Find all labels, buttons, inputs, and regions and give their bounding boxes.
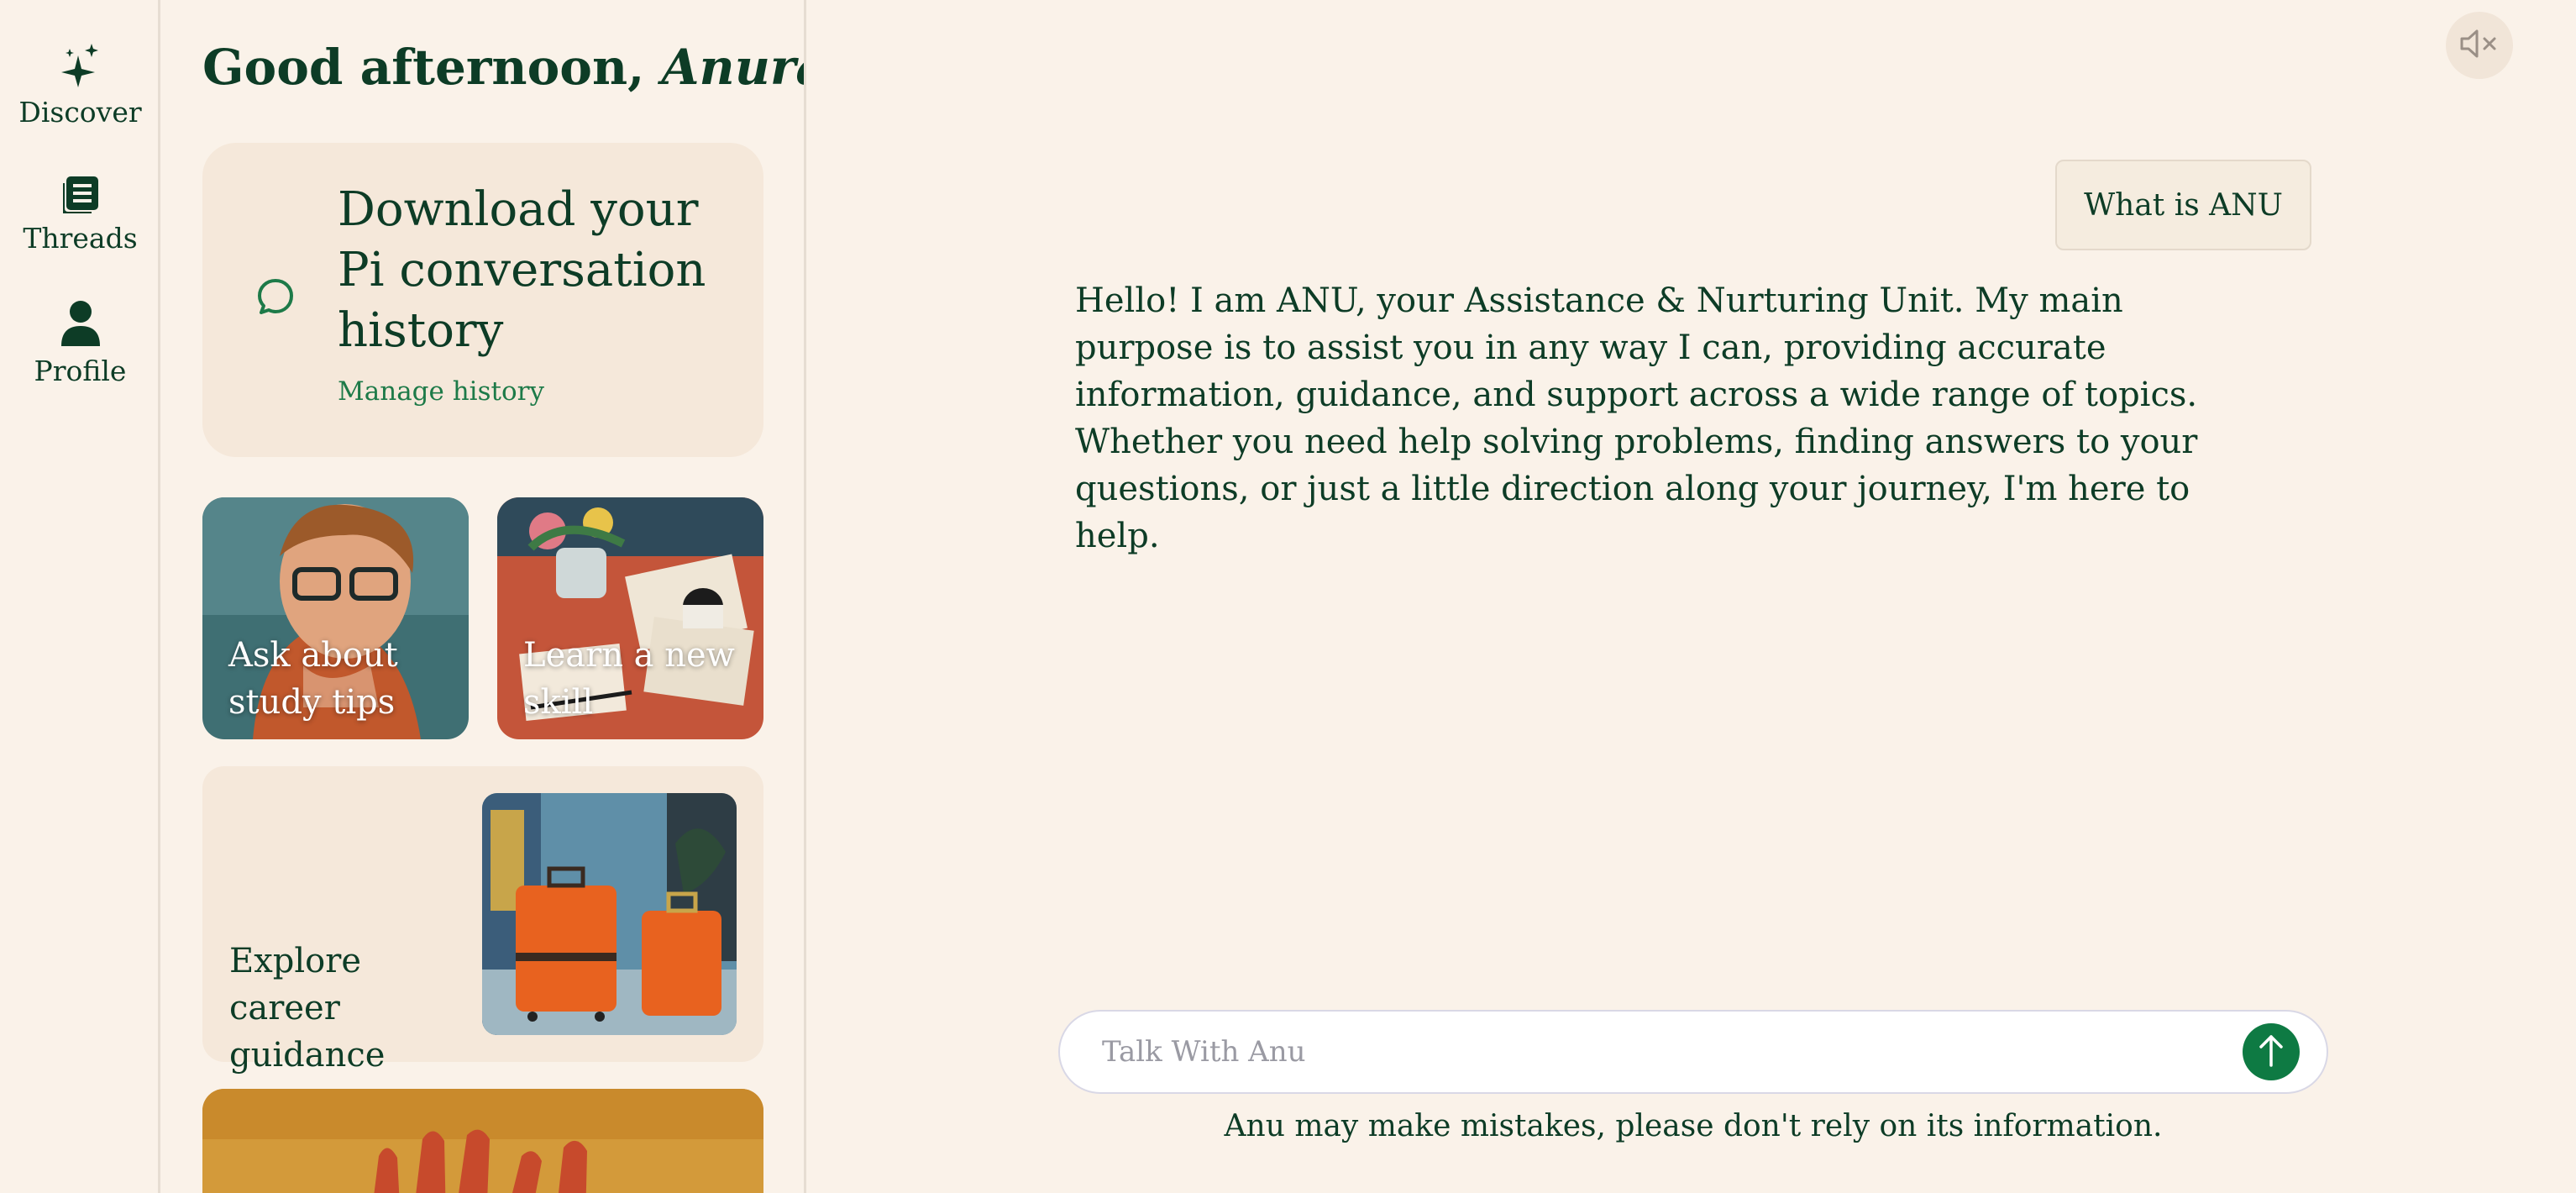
sparkles-icon: [60, 44, 100, 87]
chat-input-bar: [1058, 1010, 2328, 1094]
greeting-prefix: Good afternoon,: [202, 39, 662, 96]
person-icon: [60, 301, 100, 346]
tile-study-tips[interactable]: Ask about study tips: [202, 497, 469, 739]
career-guidance-card[interactable]: Explore career guidance: [202, 766, 763, 1075]
tile-study-tips-label: Ask about study tips: [228, 636, 398, 722]
rail-label-profile: Profile: [34, 355, 127, 387]
discover-panel: Good afternoon, Anurag Download your Pi …: [163, 0, 806, 1193]
arrow-up-icon: [2257, 1033, 2285, 1070]
chat-input[interactable]: [1102, 1012, 2227, 1092]
rail-item-profile[interactable]: Profile: [0, 301, 160, 387]
hands-illustration: [202, 1089, 763, 1193]
assistant-message: Hello! I am ANU, your Assistance & Nurtu…: [1075, 281, 2198, 555]
mute-button[interactable]: [2446, 12, 2513, 79]
rail-label-discover: Discover: [18, 96, 142, 129]
career-guidance-label: Explore career guidance: [229, 942, 386, 1075]
greeting-heading: Good afternoon, Anurag: [202, 39, 804, 96]
rail-item-threads[interactable]: Threads: [0, 176, 160, 255]
speaker-muted-icon: [2460, 28, 2499, 63]
rail-item-discover[interactable]: Discover: [0, 44, 160, 129]
download-history-card[interactable]: Download your Pi conversation history Ma…: [202, 143, 763, 457]
icon-rail: Discover Threads Profile: [0, 0, 160, 1193]
disclaimer-text: Anu may make mistakes, please don't rely…: [1224, 1109, 2163, 1143]
send-button[interactable]: [2243, 1023, 2300, 1080]
tile-peek[interactable]: [202, 1089, 763, 1193]
career-guidance-image: [482, 793, 737, 1035]
greeting-name: Anurag: [661, 39, 804, 96]
notebook-icon: [62, 176, 98, 213]
chat-bubble-icon: [256, 277, 295, 319]
manage-history-link[interactable]: Manage history: [338, 376, 544, 407]
rail-label-threads: Threads: [23, 222, 138, 255]
user-message-bubble: What is ANU: [2055, 160, 2311, 250]
tile-learn-skill-label: Learn a new skill: [523, 636, 735, 722]
download-card-title: Download your Pi conversation history: [338, 182, 706, 358]
tile-learn-skill[interactable]: Learn a new skill: [497, 497, 763, 739]
